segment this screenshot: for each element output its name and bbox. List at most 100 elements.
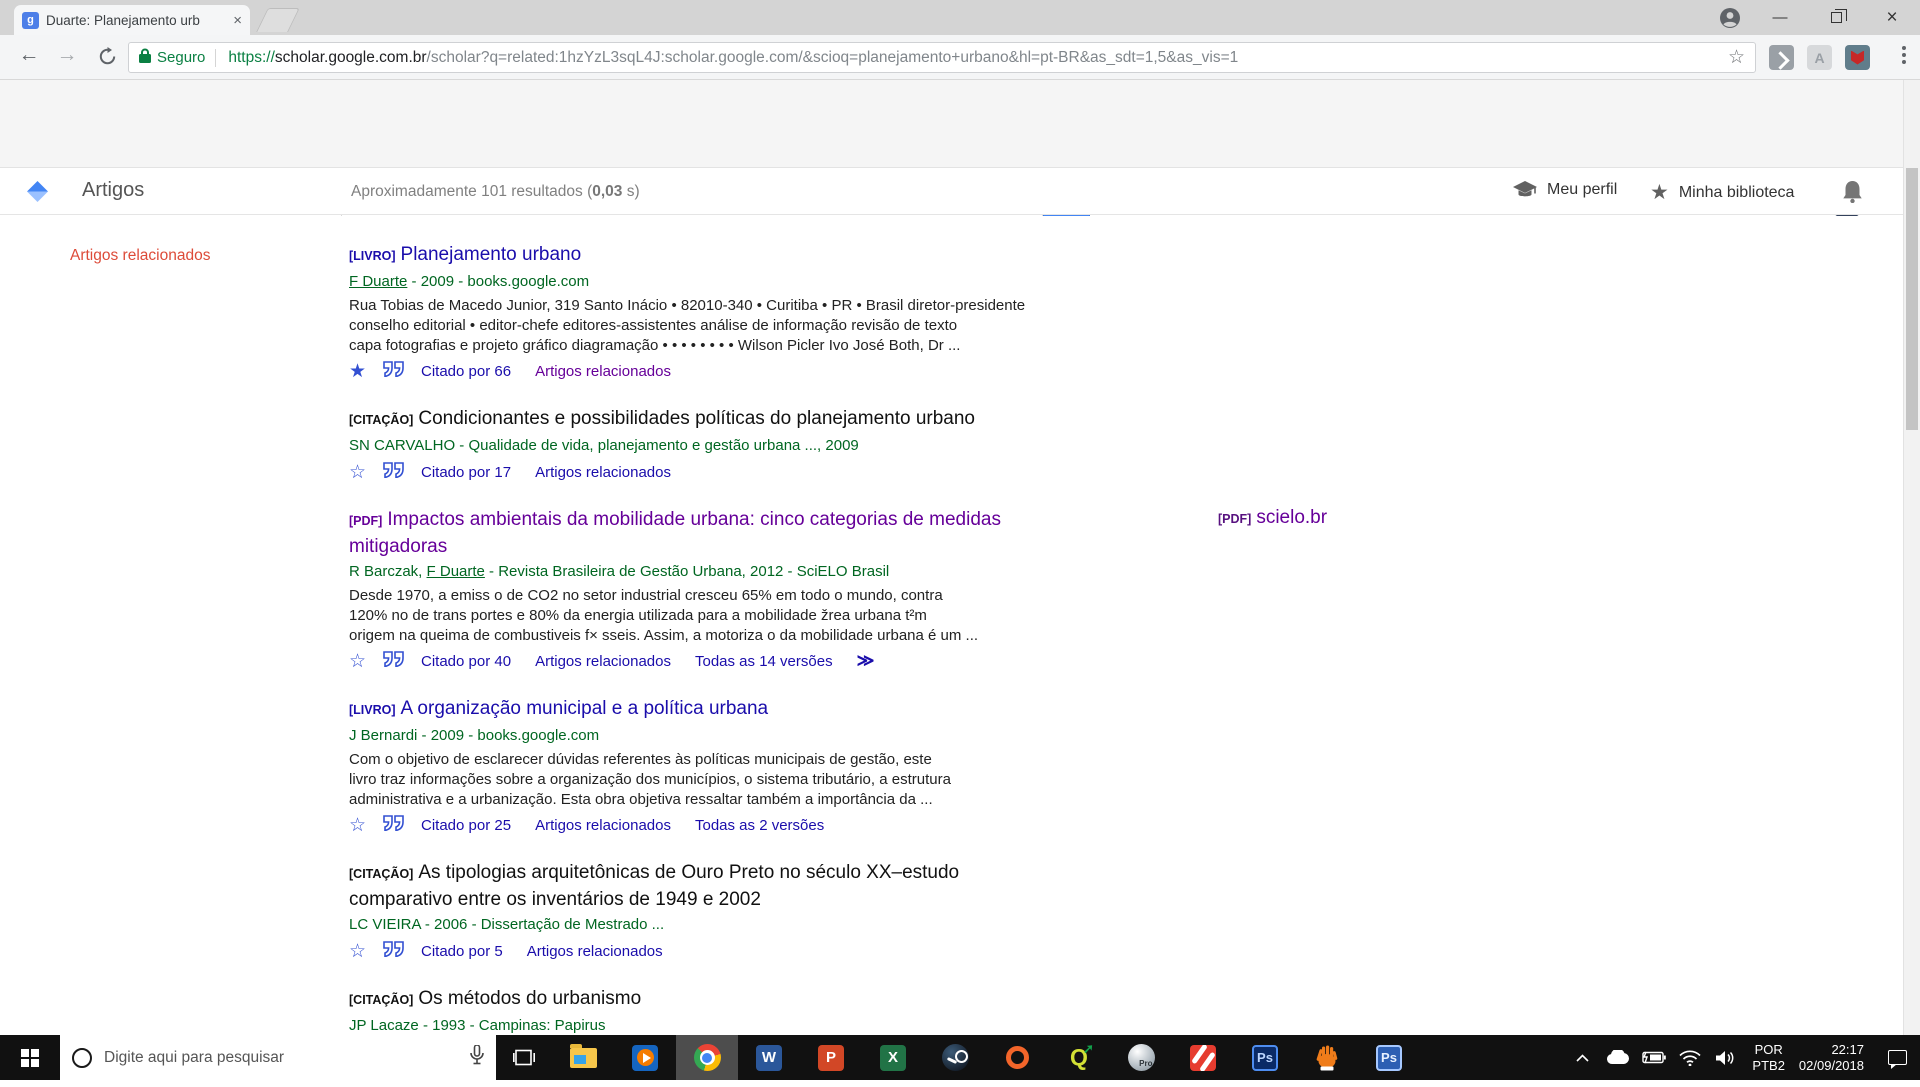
scrollbar[interactable]	[1903, 80, 1920, 1035]
secure-lock-icon	[139, 48, 151, 68]
result-title[interactable]: [LIVRO]A organização municipal e a polít…	[349, 696, 1029, 723]
bookmark-star-icon[interactable]: ☆	[1728, 46, 1745, 69]
result-title: [CITAÇÃO]Condicionantes e possibilidades…	[349, 406, 1029, 433]
result-actions: ★ Citado por 66 Artigos relacionados	[349, 359, 1249, 383]
all-versions-link[interactable]: Todas as 14 versões	[695, 653, 833, 670]
save-star-icon[interactable]: ☆	[349, 814, 383, 837]
related-articles-link[interactable]: Artigos relacionados	[535, 653, 671, 670]
hand-app-button[interactable]	[1296, 1035, 1358, 1080]
my-profile-label: Meu perfil	[1547, 181, 1617, 199]
file-explorer-button[interactable]	[552, 1035, 614, 1080]
chrome-menu-icon[interactable]	[1902, 46, 1906, 64]
powerpoint-icon: P	[818, 1045, 844, 1071]
related-articles-link[interactable]: Artigos relacionados	[535, 817, 671, 834]
cite-icon[interactable]	[383, 941, 421, 961]
steam-button[interactable]	[924, 1035, 986, 1080]
pocket-extension-icon[interactable]	[1769, 45, 1794, 70]
forward-icon[interactable]: →	[52, 43, 82, 67]
more-actions-chevron-icon[interactable]: ≫	[857, 651, 875, 671]
tab-close-icon[interactable]: ×	[233, 12, 242, 29]
browser-profile-icon[interactable]	[1718, 6, 1742, 30]
adobe-acrobat-extension-icon[interactable]: A	[1807, 45, 1832, 70]
minimize-button[interactable]: —	[1752, 0, 1808, 35]
language-indicator[interactable]: PORPTB2	[1744, 1042, 1793, 1074]
windows-logo-icon	[21, 1049, 39, 1067]
cite-icon[interactable]	[383, 462, 421, 482]
result-actions: ☆ Citado por 40 Artigos relacionados Tod…	[349, 649, 1249, 673]
foxit-reader-button[interactable]	[1172, 1035, 1234, 1080]
reload-icon[interactable]	[92, 47, 122, 72]
file-explorer-icon	[570, 1048, 597, 1068]
cited-by-link[interactable]: Citado por 5	[421, 943, 503, 960]
url-text[interactable]: https://scholar.google.com.br/scholar?q=…	[228, 49, 1720, 67]
taskbar-search-box[interactable]	[60, 1035, 496, 1080]
start-button[interactable]	[0, 1035, 60, 1080]
mcafee-extension-icon[interactable]	[1845, 45, 1870, 70]
cited-by-link[interactable]: Citado por 40	[421, 653, 511, 670]
qgis-button[interactable]: Q➚	[1048, 1035, 1110, 1080]
author-link[interactable]: F Duarte	[349, 273, 407, 290]
sidebar-related-articles-link[interactable]: Artigos relacionados	[70, 247, 210, 265]
word-button[interactable]: W	[738, 1035, 800, 1080]
result-actions: ☆ Citado por 25 Artigos relacionados Tod…	[349, 813, 1249, 837]
side-pdf-link[interactable]: [PDF]scielo.br	[1218, 507, 1327, 529]
taskbar-search-input[interactable]	[104, 1049, 470, 1067]
chrome-button[interactable]	[676, 1035, 738, 1080]
scrollbar-thumb[interactable]	[1906, 168, 1918, 430]
save-star-icon[interactable]: ☆	[349, 650, 383, 673]
cited-by-link[interactable]: Citado por 25	[421, 817, 511, 834]
google-earth-pro-button[interactable]: Pro	[1110, 1035, 1172, 1080]
cited-by-link[interactable]: Citado por 66	[421, 363, 511, 380]
address-bar[interactable]: Seguro https://scholar.google.com.br/sch…	[128, 42, 1756, 73]
battery-charging-icon[interactable]	[1636, 1051, 1672, 1064]
restore-button[interactable]	[1808, 0, 1864, 35]
result-type-tag: [LIVRO]	[349, 703, 396, 717]
media-player-icon	[632, 1045, 658, 1071]
wifi-icon[interactable]	[1672, 1050, 1708, 1066]
result-title[interactable]: [PDF]Impactos ambientais da mobilidade u…	[349, 507, 1029, 559]
cite-icon[interactable]	[383, 815, 421, 835]
task-view-button[interactable]	[496, 1035, 552, 1080]
cited-by-link[interactable]: Citado por 17	[421, 464, 511, 481]
taskbar-clock[interactable]: 22:1702/09/2018	[1793, 1042, 1874, 1074]
secure-label[interactable]: Seguro	[157, 49, 205, 66]
cite-icon[interactable]	[383, 651, 421, 671]
media-player-button[interactable]	[614, 1035, 676, 1080]
onedrive-cloud-icon[interactable]	[1600, 1050, 1636, 1065]
save-star-filled-icon[interactable]: ★	[349, 360, 383, 383]
my-library-link[interactable]: ★ Minha biblioteca	[1650, 180, 1794, 205]
excel-button[interactable]: X	[862, 1035, 924, 1080]
new-tab-button[interactable]	[256, 8, 300, 32]
powerpoint-button[interactable]: P	[800, 1035, 862, 1080]
steam-icon	[942, 1044, 969, 1071]
qgis-icon: Q➚	[1070, 1044, 1088, 1071]
back-icon[interactable]: ←	[14, 43, 44, 67]
my-profile-link[interactable]: Meu perfil	[1513, 180, 1617, 199]
alerts-bell-icon[interactable]	[1843, 181, 1862, 208]
result-actions: ☆ Citado por 17 Artigos relacionados	[349, 460, 1249, 484]
related-articles-link[interactable]: Artigos relacionados	[527, 943, 663, 960]
origin-button[interactable]	[986, 1035, 1048, 1080]
close-button[interactable]: ×	[1864, 0, 1920, 35]
microphone-icon[interactable]	[470, 1045, 484, 1070]
photoshop-button[interactable]: Ps	[1234, 1035, 1296, 1080]
browser-tab[interactable]: g Duarte: Planejamento urb ×	[14, 5, 250, 35]
articles-diamond-icon	[27, 181, 48, 202]
action-center-button[interactable]	[1874, 1035, 1920, 1080]
save-star-icon[interactable]: ☆	[349, 461, 383, 484]
result-authors: J Bernardi - 2009 - books.google.com	[349, 723, 1029, 748]
cortana-icon	[72, 1048, 92, 1068]
hidden-icons-chevron-icon[interactable]	[1564, 1054, 1600, 1062]
result-title[interactable]: [LIVRO]Planejamento urbano	[349, 242, 1029, 269]
save-star-icon[interactable]: ☆	[349, 940, 383, 963]
all-versions-link[interactable]: Todas as 2 versões	[695, 817, 824, 834]
volume-icon[interactable]	[1708, 1050, 1744, 1066]
omnibox-separator	[215, 49, 216, 67]
cite-icon[interactable]	[383, 361, 421, 381]
search-result: [CITAÇÃO]As tipologias arquitetônicas de…	[349, 860, 1249, 963]
results-page: Artigos relacionados [LIVRO]Planejamento…	[0, 216, 1903, 1035]
related-articles-link[interactable]: Artigos relacionados	[535, 363, 671, 380]
photoshop2-button[interactable]: Ps	[1358, 1035, 1420, 1080]
related-articles-link[interactable]: Artigos relacionados	[535, 464, 671, 481]
author-link[interactable]: F Duarte	[427, 563, 485, 580]
